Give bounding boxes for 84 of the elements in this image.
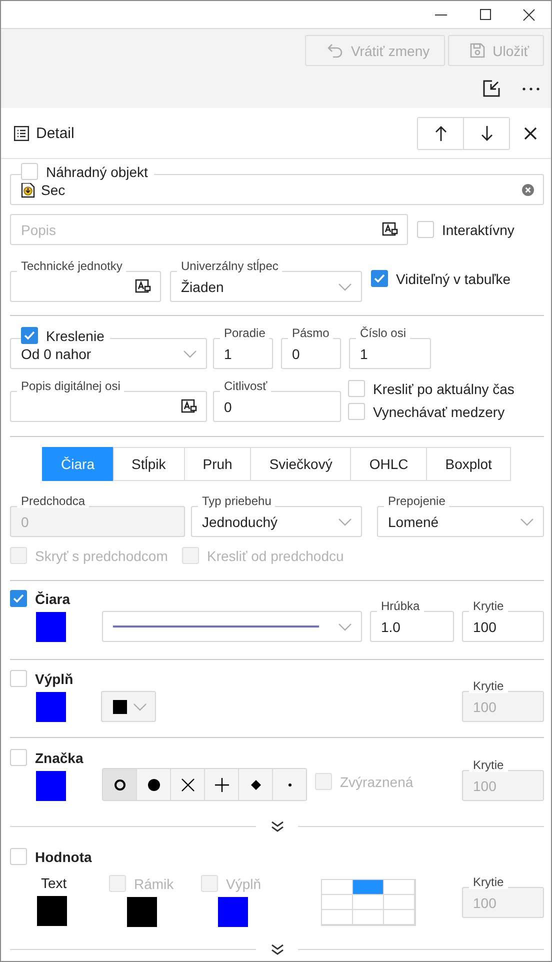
checkmark-icon [13, 594, 24, 603]
chevron-down-icon [338, 622, 352, 630]
option-checkbox[interactable]: Kresliť po aktuálny čas [348, 380, 514, 397]
position-cell[interactable] [322, 880, 353, 895]
line-preview-icon [113, 625, 319, 628]
connection-dropdown[interactable]: Prepojenie Lomené [377, 494, 544, 537]
opacity-field[interactable]: Krytie 100 [462, 599, 544, 642]
clear-icon[interactable] [522, 184, 534, 196]
line-style-dropdown[interactable] [102, 611, 362, 642]
marker-cross-option[interactable] [170, 769, 204, 800]
undo-icon [326, 43, 343, 58]
line-checkbox[interactable]: Čiara [10, 590, 102, 607]
close-icon[interactable] [524, 126, 537, 140]
position-cell[interactable] [384, 910, 415, 925]
marker-checkbox[interactable]: Značka [10, 749, 102, 766]
axis-field[interactable]: Číslo osi 1 [349, 326, 431, 369]
move-down-button[interactable] [463, 118, 509, 148]
chevron-down-icon [338, 518, 352, 526]
pattern-dropdown[interactable] [101, 691, 156, 722]
solid-pattern-icon [113, 700, 127, 714]
checkmark-icon [374, 274, 385, 283]
fill-checkbox[interactable]: Výplň [10, 670, 102, 687]
marker-dot-option[interactable] [136, 769, 170, 800]
axis-label-field[interactable]: Popis digitálnej osi [10, 379, 207, 422]
expand-icon[interactable] [270, 944, 284, 955]
position-cell[interactable] [353, 880, 384, 895]
series-tab[interactable]: Boxplot [426, 447, 511, 481]
marker-diamond-option[interactable] [238, 769, 272, 800]
substitute-checkbox[interactable]: Náhradný objekt [21, 163, 148, 180]
position-cell[interactable] [353, 910, 384, 925]
text-format-icon [382, 222, 398, 237]
series-tab[interactable]: Stĺpik [112, 447, 185, 481]
color-swatch[interactable] [36, 612, 66, 642]
order-field[interactable]: Poradie 1 [213, 326, 273, 369]
column-dropdown[interactable]: Univerzálny stĺpec Žiaden [170, 259, 362, 302]
object-field[interactable]: Náhradný objekt Sec [10, 162, 544, 205]
arrow-up-icon [434, 126, 446, 140]
diamond-icon [248, 778, 262, 792]
series-tab[interactable]: Pruh [184, 447, 252, 481]
text-format-icon [181, 399, 197, 414]
color-swatch[interactable] [36, 692, 66, 722]
text-format-icon [135, 279, 151, 294]
document-icon [21, 182, 35, 198]
interactive-checkbox[interactable]: Interaktívny [417, 221, 514, 238]
text-label: Text [40, 875, 68, 891]
series-tab[interactable]: Sviečkový [250, 447, 352, 481]
list-icon [14, 126, 29, 140]
thickness-field[interactable]: Hrúbka 1.0 [370, 599, 454, 642]
sensitivity-field[interactable]: Citlivosť 0 [213, 379, 341, 422]
position-cell[interactable] [384, 895, 415, 910]
position-cell[interactable] [353, 895, 384, 910]
marker-plus-option[interactable] [204, 769, 238, 800]
color-swatch[interactable] [37, 896, 67, 926]
trace-type-dropdown[interactable]: Typ priebehu Jednoduchý [191, 494, 362, 537]
position-grid[interactable] [321, 879, 416, 926]
expand-icon[interactable] [270, 821, 284, 832]
panel-title: Detail [36, 124, 76, 142]
marker-ring-option[interactable] [103, 769, 136, 800]
chevron-down-icon [183, 350, 197, 358]
units-field[interactable]: Technické jednotky [10, 259, 161, 302]
series-tab[interactable]: OHLC [350, 447, 428, 481]
option-checkbox[interactable]: Vynechávať medzery [348, 403, 514, 420]
position-cell[interactable] [322, 895, 353, 910]
marker-shape-selector[interactable] [102, 768, 307, 801]
visible-checkbox[interactable]: Viditeľný v tabuľke [371, 270, 511, 287]
ring-icon [112, 778, 126, 792]
arrow-down-icon [480, 126, 492, 140]
color-swatch[interactable] [36, 771, 66, 801]
drawing-dropdown[interactable]: Kreslenie Od 0 nahor [10, 326, 207, 369]
marker-point-option[interactable] [272, 769, 306, 800]
cross-icon [180, 778, 194, 792]
export-icon[interactable] [483, 80, 500, 97]
chevron-down-icon [520, 518, 534, 526]
checkmark-icon [24, 331, 35, 340]
more-icon[interactable] [522, 86, 540, 90]
save-icon [470, 43, 485, 58]
band-field[interactable]: Pásmo 0 [281, 326, 341, 369]
value-checkbox[interactable]: Hodnota [10, 848, 92, 865]
position-cell[interactable] [384, 880, 415, 895]
plus-icon [214, 778, 228, 792]
chevron-down-icon [338, 282, 352, 290]
chevron-down-icon [133, 702, 147, 710]
position-cell[interactable] [322, 910, 353, 925]
dot-icon [146, 778, 160, 792]
